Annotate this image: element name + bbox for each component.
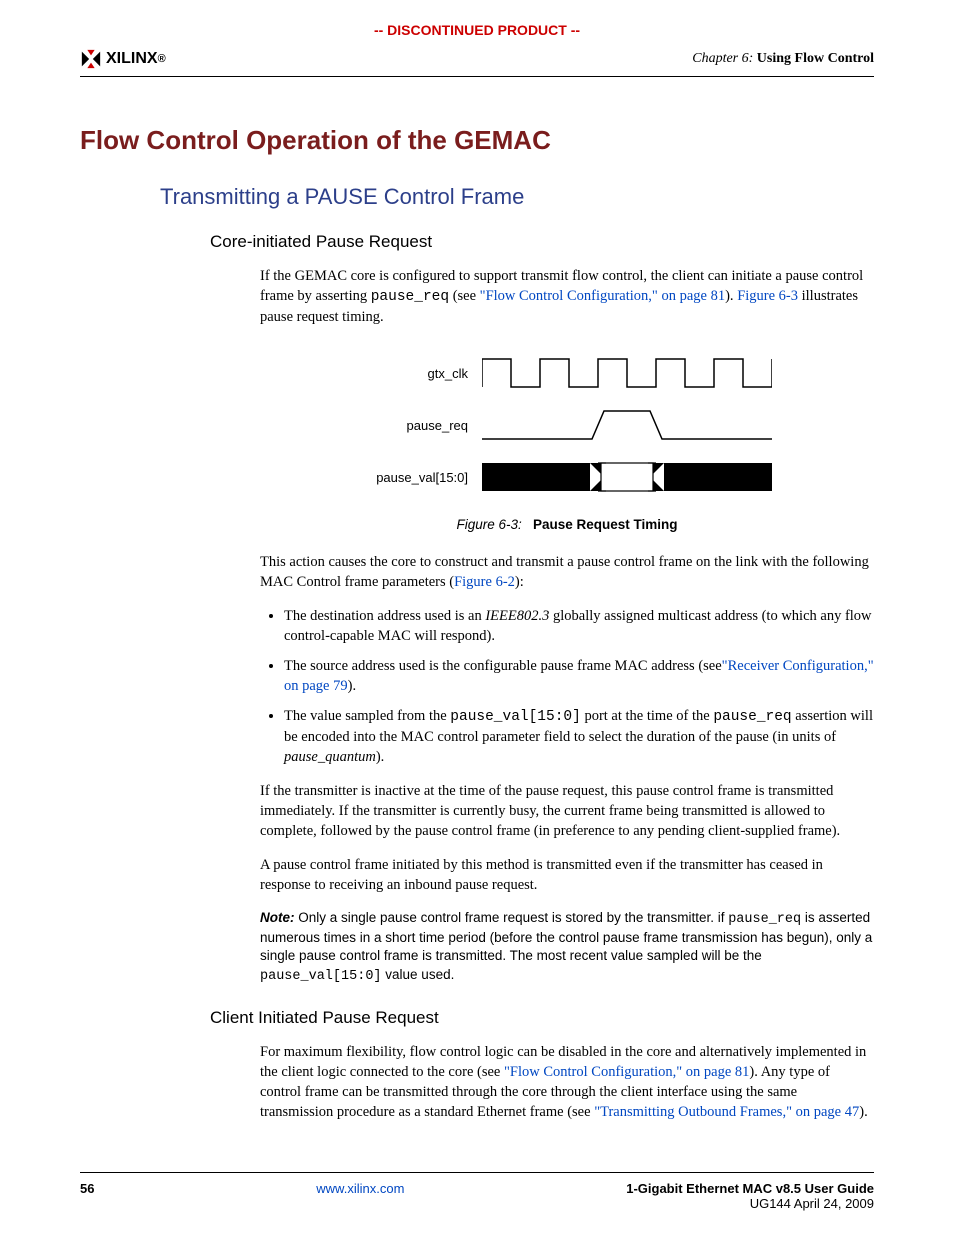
li2-a: The source address used is the configura… [284,658,722,674]
waveform-pause-val [482,451,772,503]
bullet-list: The destination address used is an IEEE8… [260,606,874,767]
heading-1: Flow Control Operation of the GEMAC [80,125,874,156]
footer-doc-info: 1-Gigabit Ethernet MAC v8.5 User Guide U… [626,1181,874,1211]
chapter-label: Chapter 6: Using Flow Control [692,51,874,67]
note-label: Note: [260,910,295,925]
figure-caption: Figure 6-3: Pause Request Timing [260,517,874,532]
p1-code: pause_req [371,289,449,305]
li3-code1: pause_val[15:0] [450,709,581,725]
paragraph-5: For maximum flexibility, flow control lo… [260,1042,874,1122]
p2-text-a: This action causes the core to construct… [260,554,869,590]
li1-em: IEEE802.3 [485,608,549,624]
list-item: The source address used is the configura… [284,656,874,696]
xilinx-logo-icon [80,48,102,70]
link-figure-6-2[interactable]: Figure 6-2 [454,574,515,590]
note-code1: pause_req [728,912,801,927]
paragraph-4: A pause control frame initiated by this … [260,855,874,895]
footer-title: 1-Gigabit Ethernet MAC v8.5 User Guide [626,1181,874,1196]
footer-url[interactable]: www.xilinx.com [316,1181,404,1211]
paragraph-1: If the GEMAC core is configured to suppo… [260,266,874,327]
paragraph-2: This action causes the core to construct… [260,552,874,592]
list-item: The value sampled from the pause_val[15:… [284,706,874,767]
list-item: The destination address used is an IEEE8… [284,606,874,646]
p5-c: ). [859,1104,867,1120]
page-footer: 56 www.xilinx.com 1-Gigabit Ethernet MAC… [80,1172,874,1211]
xilinx-logo: XILINX® [80,48,166,70]
note-c: value used. [382,967,455,982]
li3-b: port at the time of the [581,708,713,724]
link-transmitting-outbound[interactable]: "Transmitting Outbound Frames," on page … [594,1104,859,1120]
li3-code2: pause_req [713,709,791,725]
figure-caption-title: Pause Request Timing [533,517,678,532]
timing-label-pause-req: pause_req [352,418,482,433]
paragraph-3: If the transmitter is inactive at the ti… [260,781,874,841]
li2-b: ). [348,678,356,694]
page-number: 56 [80,1181,94,1211]
discontinued-banner: -- DISCONTINUED PRODUCT -- [80,0,874,38]
waveform-pause-req [482,399,772,451]
footer-docid: UG144 April 24, 2009 [750,1196,874,1211]
heading-3-core: Core-initiated Pause Request [210,232,874,252]
link-flow-control-config-2[interactable]: "Flow Control Configuration," on page 81 [504,1064,749,1080]
li3-d: ). [376,749,384,765]
chapter-prefix: Chapter 6: [692,51,753,66]
link-flow-control-config-1[interactable]: "Flow Control Configuration," on page 81 [480,288,725,304]
heading-2: Transmitting a PAUSE Control Frame [160,184,874,210]
page-header: XILINX® Chapter 6: Using Flow Control [80,48,874,77]
figure-caption-number: Figure 6-3: [456,517,521,532]
p1-text-c: ). [725,288,737,304]
logo-text: XILINX [106,50,158,68]
li3-em: pause_quantum [284,749,376,765]
figure-6-3: gtx_clk pause_req pause_val[15:0] [260,347,874,532]
li1-a: The destination address used is an [284,608,485,624]
p1-text-b: (see [449,288,480,304]
waveform-gtx-clk [482,347,772,399]
note-block: Note: Only a single pause control frame … [260,909,874,986]
chapter-title: Using Flow Control [757,51,874,66]
heading-3-client: Client Initiated Pause Request [210,1008,874,1028]
timing-label-pause-val: pause_val[15:0] [352,470,482,485]
note-a: Only a single pause control frame reques… [295,910,729,925]
p2-text-b: ): [515,574,524,590]
note-code2: pause_val[15:0] [260,969,382,984]
link-figure-6-3[interactable]: Figure 6-3 [737,288,798,304]
li3-a: The value sampled from the [284,708,450,724]
timing-label-gtx-clk: gtx_clk [352,366,482,381]
